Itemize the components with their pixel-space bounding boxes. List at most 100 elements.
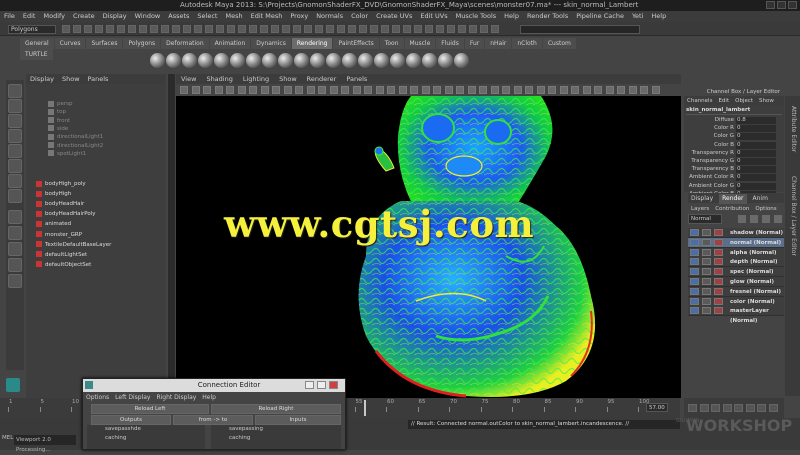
layer-render-icon[interactable] [762,215,770,223]
shelf-tab[interactable]: Muscle [404,38,436,49]
viewport-tool-icon[interactable] [525,86,533,94]
shelf-shader-icon[interactable] [358,53,373,68]
shelf-shader-icon[interactable] [182,53,197,68]
new-layer-icon[interactable] [738,215,746,223]
status-tool-icon[interactable] [73,25,81,33]
viewport-tool-icon[interactable] [594,86,602,94]
viewport-tool-icon[interactable] [283,86,292,94]
shelf-shader-icon[interactable] [310,53,325,68]
play-back-icon[interactable] [722,404,732,412]
connection-editor-menu-item[interactable]: Help [202,393,216,402]
viewport-tool-icon[interactable] [548,86,556,94]
render-layer-row[interactable]: normal (Normal) [688,237,784,248]
shelf-tab[interactable]: Deformation [161,38,209,49]
render-layer-row[interactable]: glow (Normal) [688,277,784,287]
menu-item[interactable]: Assets [168,11,189,22]
viewport-tool-icon[interactable] [433,86,441,94]
viewport-menu-item[interactable]: Renderer [307,74,337,84]
key-forward-icon[interactable] [745,404,755,412]
status-tool-icon[interactable] [337,25,345,33]
channel-attribute-value[interactable]: 0.8 [736,117,776,124]
right-node[interactable]: savepassing [211,425,341,434]
status-tool-icon[interactable] [95,25,103,33]
ce-minimize-button[interactable] [305,381,314,389]
status-tool-icon[interactable] [161,25,169,33]
scale-tool-icon[interactable] [8,159,22,173]
step-forward-icon[interactable] [757,404,766,412]
outliner-menu-item[interactable]: Display [30,75,54,83]
status-tool-icon[interactable] [205,25,213,33]
ce-maximize-button[interactable] [317,381,326,389]
current-frame-field[interactable]: 57.00 [646,403,668,412]
viewport-tool-icon[interactable] [203,86,211,94]
viewport-tool-icon[interactable] [479,86,487,94]
outliner-menu-item[interactable]: Show [62,75,80,83]
manipulator-icon[interactable] [8,174,22,188]
outliner-item[interactable]: bodyHigh [36,190,71,199]
shelf-shader-icon[interactable] [230,53,245,68]
viewport-tool-icon[interactable] [364,86,372,94]
viewport-tool-icon[interactable] [191,86,200,94]
layer-camera-toggle[interactable] [702,287,711,295]
shelf-tab[interactable]: Curves [54,38,86,49]
shelf-shader-icon[interactable] [374,53,389,68]
status-tool-icon[interactable] [227,25,235,33]
layer-render-toggle[interactable] [690,307,699,315]
shelf-shader-icon[interactable] [406,53,421,68]
viewport-tool-icon[interactable] [180,86,188,94]
layer-camera-toggle[interactable] [702,268,711,276]
shelf-tab[interactable]: Fluids [436,38,464,49]
viewport-tool-icon[interactable] [249,86,257,94]
viewport-tool-icon[interactable] [605,86,614,94]
layer-camera-toggle[interactable] [702,258,711,266]
layout-hypershade-icon[interactable] [8,274,22,288]
shelf-tab[interactable]: nHair [485,38,512,49]
channel-box-menu-item[interactable]: Object [735,97,753,106]
shelf-tab[interactable]: General [20,38,54,49]
inputs-button[interactable]: Inputs [255,415,341,425]
layout-single-icon[interactable] [8,210,22,224]
status-tool-icon[interactable] [414,25,422,33]
outputs-button[interactable]: Outputs [91,415,171,425]
viewport-tool-icon[interactable] [617,86,625,94]
viewport-tool-icon[interactable] [559,86,568,94]
layer-render-toggle[interactable] [690,229,699,236]
viewport-tool-icon[interactable] [306,86,315,94]
outliner-item[interactable]: monster_GRP [36,231,82,240]
menu-item[interactable]: Help [651,11,666,22]
status-tool-icon[interactable] [150,25,158,33]
layer-override-toggle[interactable] [714,248,723,256]
status-tool-icon[interactable] [403,25,411,33]
viewport-tool-icon[interactable] [502,86,510,94]
viewport-tool-icon[interactable] [513,86,522,94]
layer-camera-toggle[interactable] [702,278,711,285]
from-to-button[interactable]: from -> to [173,415,253,425]
key-back-icon[interactable] [711,404,720,412]
outliner-item[interactable]: defaultLightSet [36,251,87,260]
left-attribute-list[interactable]: savepasshde caching [87,425,205,449]
right-attribute[interactable]: caching [211,434,341,443]
layer-delete-icon[interactable] [774,215,782,223]
viewport-tool-icon[interactable] [651,86,660,94]
status-tool-icon[interactable] [326,25,334,33]
status-tool-icon[interactable] [480,25,488,33]
menu-item[interactable]: Render Tools [527,11,568,22]
menu-item[interactable]: Create [73,11,95,22]
side-tab-label[interactable]: Attribute Editor [790,106,797,152]
shelf-tab[interactable]: Animation [209,38,251,49]
menu-item[interactable]: Yeti [632,11,643,22]
status-tool-icon[interactable] [172,25,180,33]
menu-item[interactable]: Create UVs [376,11,412,22]
status-tool-icon[interactable] [425,25,433,33]
side-tab-label[interactable]: Channel Box / Layer Editor [790,176,797,256]
reload-left-button[interactable]: Reload Left [91,404,209,414]
connection-editor-menu-item[interactable]: Options [86,393,109,402]
left-attribute[interactable]: caching [87,434,205,443]
lasso-tool-icon[interactable] [8,99,22,113]
status-tool-icon[interactable] [469,25,477,33]
layer-override-toggle[interactable] [714,268,723,276]
viewport-tool-icon[interactable] [260,86,269,94]
go-start-icon[interactable] [688,404,697,412]
channel-attribute-value[interactable]: 0 [736,141,776,149]
shelf-tab[interactable]: PaintEffects [333,38,379,49]
